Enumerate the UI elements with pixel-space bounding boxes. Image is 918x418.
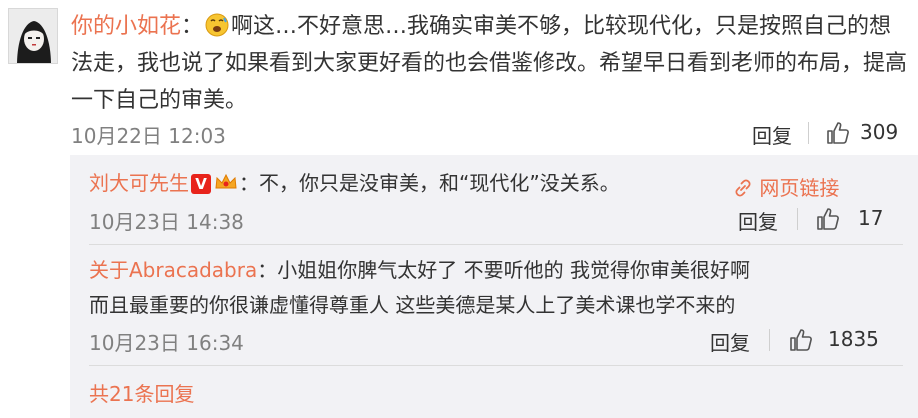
reply-1-timestamp: 10月23日 14:38 bbox=[89, 210, 244, 234]
action-divider bbox=[808, 122, 809, 144]
reply-2-text-line1: ：小姐姐你脾气太好了 不要听他的 我觉得你审美很好啊 bbox=[257, 258, 750, 282]
webpage-link[interactable]: 网页链接 bbox=[733, 172, 839, 201]
comment-body: 你的小如花： 啊这…不好意思…我确实审美不够，比较现代化，只是按照自己的想法走，… bbox=[71, 8, 911, 119]
reply-1-username[interactable]: 刘大可先生 bbox=[89, 171, 189, 195]
reply-2-like-count: 1835 bbox=[828, 327, 879, 351]
reply-1-reply-button[interactable]: 回复 bbox=[738, 206, 778, 235]
like-thumb-icon[interactable] bbox=[816, 207, 840, 231]
avatar-image bbox=[9, 9, 57, 63]
action-divider bbox=[769, 329, 770, 351]
colon: ： bbox=[181, 14, 204, 39]
avatar[interactable] bbox=[8, 8, 58, 64]
vip-crown-icon bbox=[215, 173, 237, 189]
link-icon bbox=[735, 179, 751, 197]
reply-divider bbox=[89, 365, 903, 366]
webpage-link-label: 网页链接 bbox=[759, 176, 840, 200]
reply-1-like-count: 17 bbox=[858, 206, 884, 230]
like-count: 309 bbox=[860, 120, 899, 144]
reply-2-text-line2: 而且最重要的你很谦虚懂得尊重人 这些美德是某人上了美术课也学不来的 bbox=[89, 293, 736, 317]
total-replies-link[interactable]: 共21条回复 bbox=[89, 378, 194, 407]
comment-username[interactable]: 你的小如花 bbox=[71, 14, 181, 39]
reply-2-username[interactable]: 关于Abracadabra bbox=[89, 258, 257, 282]
reply-1-text: ：不，你只是没审美，和“现代化”没关系。 bbox=[239, 171, 620, 195]
reply-button[interactable]: 回复 bbox=[752, 120, 792, 149]
verified-badge-icon: V bbox=[191, 174, 211, 194]
action-divider bbox=[797, 208, 798, 230]
like-thumb-icon[interactable] bbox=[789, 328, 813, 352]
reply-2-body-line1: 关于Abracadabra：小姐姐你脾气太好了 不要听他的 我觉得你审美很好啊 bbox=[89, 253, 750, 287]
embarrassed-face-icon bbox=[205, 13, 229, 37]
reply-1-body: 刘大可先生 V ：不，你只是没审美，和“现代化”没关系。 bbox=[89, 166, 620, 200]
comment-timestamp: 10月22日 12:03 bbox=[71, 124, 226, 148]
reply-2-reply-button[interactable]: 回复 bbox=[710, 327, 750, 356]
reply-divider bbox=[89, 244, 903, 245]
reply-2-timestamp: 10月23日 16:34 bbox=[89, 331, 244, 355]
like-thumb-icon[interactable] bbox=[826, 121, 850, 145]
